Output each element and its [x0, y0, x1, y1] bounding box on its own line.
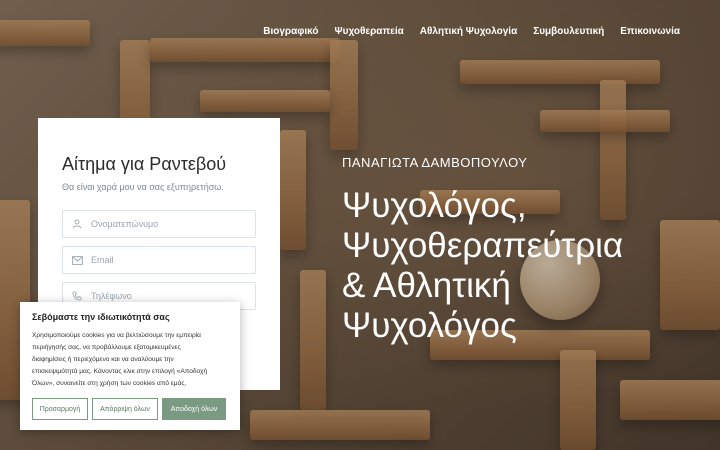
cookie-banner: Σεβόμαστε την ιδιωτικότητά σας Χρησιμοπο…: [20, 302, 240, 430]
hero-title-line: Ψυχοθεραπεύτρια: [342, 226, 624, 265]
form-subtitle: Θα είναι χαρά μου να σας εξυπηρετήσω.: [62, 182, 224, 192]
nav-item-biography[interactable]: Βιογραφικό: [263, 26, 318, 37]
cookie-text-line: διαφημίσεις ή περιεχόμενο και να αναλύου…: [32, 356, 174, 363]
nav-item-contact[interactable]: Επικοινωνία: [620, 26, 680, 37]
name-field[interactable]: [62, 210, 256, 238]
cookie-title: Σεβόμαστε την ιδιωτικότητά σας: [32, 312, 170, 322]
cookie-text-line: Χρησιμοποιούμε cookies για να βελτιώσουμ…: [32, 332, 201, 339]
name-input[interactable]: [91, 219, 241, 229]
hero-name: ΠΑΝΑΓΙΩΤΑ ΔΑΜΒΟΠΟΥΛΟΥ: [342, 155, 528, 170]
envelope-icon: [63, 255, 91, 265]
cookie-text-line: περιήγησής σας, να προβάλλουμε εξατομικε…: [32, 344, 181, 351]
hero-title: Ψυχολόγος, Ψυχοθεραπεύτρια & Αθλητική Ψυ…: [342, 186, 702, 346]
phone-icon: [63, 291, 91, 301]
nav-item-psychotherapy[interactable]: Ψυχοθεραπεία: [335, 26, 404, 37]
reject-all-button[interactable]: Απόρριψη όλων: [92, 398, 158, 420]
email-input[interactable]: [91, 255, 241, 265]
email-field[interactable]: [62, 246, 256, 274]
cookie-text: Χρησιμοποιούμε cookies για να βελτιώσουμ…: [32, 330, 228, 390]
hero-title-line: Ψυχολόγος: [342, 306, 517, 345]
hero-title-line: Ψυχολόγος,: [342, 186, 527, 225]
nav-item-sports-psychology[interactable]: Αθλητική Ψυχολογία: [420, 26, 517, 37]
phone-input[interactable]: [91, 291, 241, 301]
customize-button[interactable]: Προσαρμογή: [32, 398, 88, 420]
cookie-text-line: επισκεψιμότητά μας. Κάνοντας κλικ στην ε…: [32, 368, 208, 375]
main-nav: Βιογραφικό Ψυχοθεραπεία Αθλητική Ψυχολογ…: [263, 26, 680, 37]
accept-all-button[interactable]: Αποδοχή όλων: [162, 398, 226, 420]
nav-item-counseling[interactable]: Συμβουλευτική: [533, 26, 604, 37]
hero-title-line: & Αθλητική: [342, 266, 511, 305]
cookie-text-line: Όλων», συναινείτε στη χρήση των cookies …: [32, 380, 187, 387]
hero-text: ΠΑΝΑΓΙΩΤΑ ΔΑΜΒΟΠΟΥΛΟΥ Ψυχολόγος, Ψυχοθερ…: [342, 155, 702, 346]
user-icon: [63, 219, 91, 229]
cookie-actions: Προσαρμογή Απόρριψη όλων Αποδοχή όλων: [32, 398, 226, 420]
form-title: Αίτημα για Ραντεβού: [62, 154, 227, 174]
